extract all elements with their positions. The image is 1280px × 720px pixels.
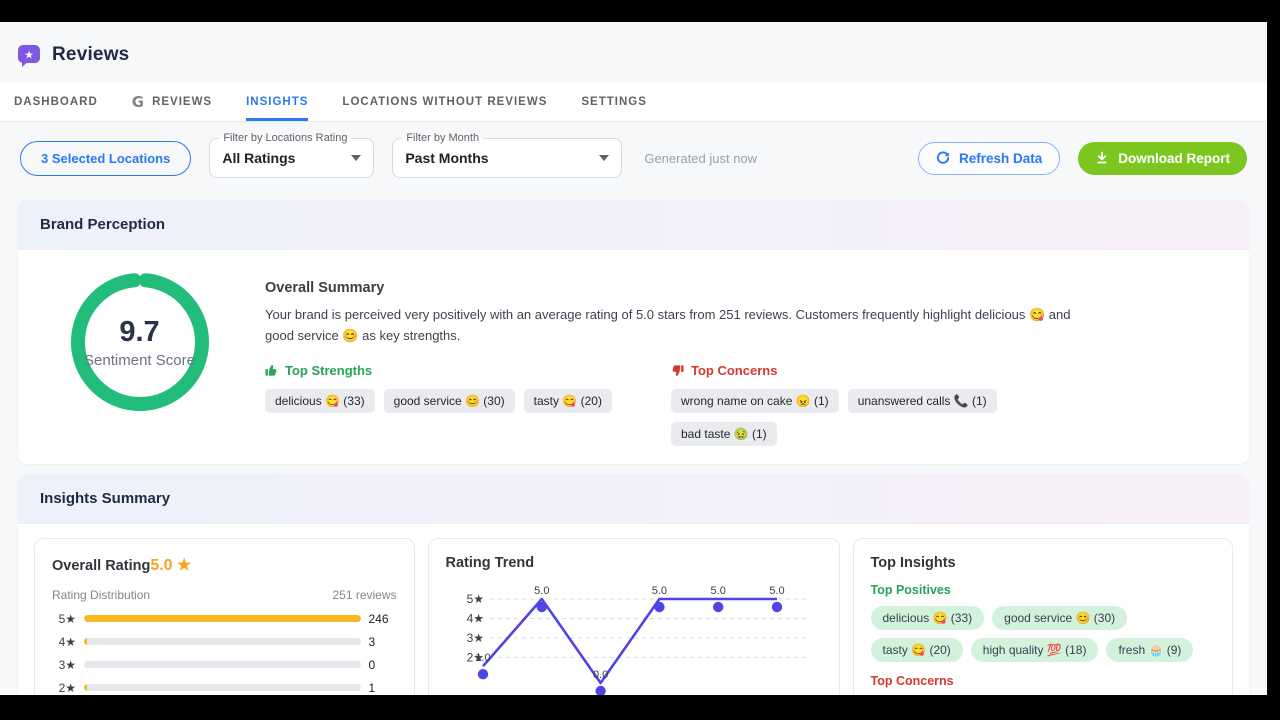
- app-header: ★ Reviews: [0, 22, 1267, 82]
- selected-locations-button[interactable]: 3 Selected Locations: [20, 141, 191, 176]
- rating-distribution-label: Rating Distribution: [52, 588, 150, 602]
- tab-reviews[interactable]: G REVIEWS: [132, 82, 212, 121]
- reviews-count-label: 251 reviews: [332, 588, 396, 602]
- thumbs-down-icon: [671, 364, 684, 377]
- top-concerns-label: Top Concerns: [871, 674, 1216, 688]
- brand-perception-section: Brand Perception 9.7 Sentiment Score Ove…: [18, 200, 1249, 464]
- overall-rating-card: Overall Rating5.0 ★ Rating Distribution …: [34, 538, 415, 695]
- sentiment-score-label: Sentiment Score: [84, 352, 195, 369]
- refresh-icon: [936, 151, 950, 165]
- strength-chip[interactable]: delicious 😋 (33): [265, 389, 375, 413]
- rating-bar: [84, 661, 361, 668]
- svg-text:0.0: 0.0: [592, 669, 607, 681]
- svg-text:5.0: 5.0: [651, 585, 666, 597]
- top-insights-card: Top Insights Top Positives delicious 😋 (…: [853, 538, 1234, 695]
- concern-chip[interactable]: unanswered calls 📞 (1): [848, 389, 997, 413]
- tab-bar: DASHBOARD G REVIEWS INSIGHTS LOCATIONS W…: [0, 82, 1267, 122]
- rating-bar-row: 4★ 3: [52, 635, 397, 649]
- download-report-button[interactable]: Download Report: [1078, 142, 1247, 175]
- overall-summary-text: Your brand is perceived very positively …: [265, 305, 1075, 347]
- positive-chip[interactable]: good service 😊 (30): [992, 606, 1127, 630]
- top-insights-title: Top Insights: [871, 555, 1216, 571]
- concern-chip[interactable]: wrong name on cake 😠 (1): [671, 389, 839, 413]
- rating-bar: [84, 615, 361, 622]
- svg-text:4★: 4★: [466, 611, 483, 625]
- google-g-icon: G: [132, 93, 145, 111]
- tab-settings[interactable]: SETTINGS: [581, 82, 647, 121]
- top-concerns-column: Top Concerns wrong name on cake 😠 (1) un…: [671, 363, 1077, 446]
- insights-summary-section: Insights Summary Overall Rating5.0 ★ Rat…: [18, 474, 1249, 695]
- rating-filter-label: Filter by Locations Rating: [219, 132, 351, 144]
- brand-perception-title: Brand Perception: [18, 200, 1249, 250]
- rating-bar-row: 3★ 0: [52, 658, 397, 672]
- positive-chip[interactable]: delicious 😋 (33): [871, 606, 985, 630]
- positive-chip[interactable]: fresh 🧁 (9): [1106, 638, 1193, 662]
- svg-text:3★: 3★: [466, 631, 483, 645]
- overall-summary-title: Overall Summary: [265, 280, 1223, 296]
- tab-locations-without-reviews[interactable]: LOCATIONS WITHOUT REVIEWS: [342, 82, 547, 121]
- svg-text:5.0: 5.0: [710, 585, 725, 597]
- rating-trend-card: Rating Trend 5★4★3★2★1.05.00.05.05.05.0F…: [428, 538, 840, 695]
- month-filter-value: Past Months: [405, 150, 488, 166]
- sentiment-score-gauge: 9.7 Sentiment Score: [64, 266, 216, 418]
- concern-chip[interactable]: bad taste 🤢 (1): [671, 422, 777, 446]
- top-strengths-column: Top Strengths delicious 😋 (33) good serv…: [265, 363, 671, 446]
- rating-trend-title: Rating Trend: [446, 555, 822, 571]
- top-strengths-label: Top Strengths: [285, 363, 372, 378]
- tab-insights[interactable]: INSIGHTS: [246, 82, 308, 121]
- rating-bar: [84, 684, 361, 691]
- svg-text:5.0: 5.0: [769, 585, 784, 597]
- positive-chip[interactable]: tasty 😋 (20): [871, 638, 963, 662]
- chevron-down-icon: [351, 155, 361, 161]
- svg-text:★: ★: [24, 49, 34, 62]
- rating-filter-value: All Ratings: [222, 150, 295, 166]
- rating-filter-select[interactable]: Filter by Locations Rating All Ratings: [209, 138, 374, 178]
- chevron-down-icon: [599, 155, 609, 161]
- sentiment-score-value: 9.7: [119, 316, 159, 349]
- strength-chip[interactable]: tasty 😋 (20): [524, 389, 612, 413]
- reviews-app-icon: ★: [16, 42, 42, 68]
- generated-timestamp: Generated just now: [644, 151, 757, 166]
- month-filter-label: Filter by Month: [402, 132, 483, 144]
- download-icon: [1095, 151, 1109, 165]
- thumbs-up-icon: [265, 364, 278, 377]
- insights-summary-title: Insights Summary: [18, 474, 1249, 524]
- svg-text:5★: 5★: [466, 592, 483, 606]
- tab-dashboard[interactable]: DASHBOARD: [14, 82, 98, 121]
- positive-chip[interactable]: high quality 💯 (18): [971, 638, 1099, 662]
- rating-bar: [84, 638, 361, 645]
- strength-chip[interactable]: good service 😊 (30): [384, 389, 515, 413]
- svg-text:5.0: 5.0: [534, 585, 549, 597]
- page-title: Reviews: [52, 44, 129, 66]
- overall-rating-title: Overall Rating: [52, 558, 150, 574]
- refresh-data-button[interactable]: Refresh Data: [918, 142, 1060, 175]
- rating-bar-row: 2★ 1: [52, 681, 397, 695]
- app-window: ★ Reviews DASHBOARD G REVIEWS INSIGHTS L…: [0, 22, 1267, 695]
- overall-rating-value: 5.0 ★: [150, 555, 191, 575]
- top-positives-label: Top Positives: [871, 583, 1216, 597]
- month-filter-select[interactable]: Filter by Month Past Months: [392, 138, 622, 178]
- rating-trend-chart: 5★4★3★2★1.05.00.05.05.05.0Feb 25Mar 25Ap…: [446, 579, 822, 695]
- filter-toolbar: 3 Selected Locations Filter by Locations…: [0, 122, 1267, 194]
- rating-bar-row: 5★ 246: [52, 612, 397, 626]
- top-concerns-label: Top Concerns: [691, 363, 777, 378]
- svg-text:1.0: 1.0: [475, 652, 490, 664]
